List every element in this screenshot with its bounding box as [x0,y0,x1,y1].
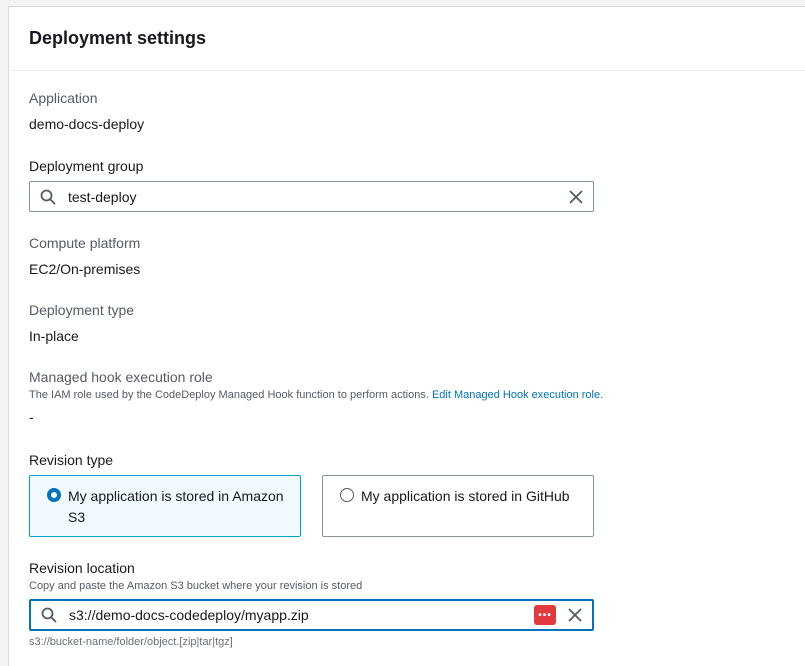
revision-location-value: s3://demo-docs-codedeploy/myapp.zip [69,607,309,623]
deployment-group-value: test-deploy [68,188,137,205]
search-icon [40,189,56,204]
managed-hook-description: The IAM role used by the CodeDeploy Mana… [29,388,603,402]
managed-hook-field: Managed hook execution role The IAM role… [29,368,603,426]
revision-option-s3-label: My application is stored in Amazon S3 [68,488,284,525]
radio-github[interactable] [340,488,354,502]
revision-location-description: Copy and paste the Amazon S3 bucket wher… [29,580,363,592]
revision-location-field: Revision location Copy and paste the Ama… [29,559,362,593]
deployment-group-label: Deployment group [29,158,144,174]
panel-header: Deployment settings [9,7,805,71]
deployment-type-label: Deployment type [29,302,135,318]
deployment-group-input[interactable]: test-deploy [29,181,594,212]
deployment-type-field: Deployment type In-place [29,301,134,345]
application-value: demo-docs-deploy [29,116,145,132]
deployment-settings-panel: Deployment settings Application demo-doc… [8,6,805,666]
application-label: Application [29,90,98,106]
compute-platform-field: Compute platform EC2/On-premises [29,234,140,278]
managed-hook-description-text: The IAM role used by the CodeDeploy Mana… [29,389,429,401]
revision-location-hint: s3://bucket-name/folder/object.[zip|tar|… [29,636,233,648]
search-icon [41,607,57,623]
revision-type-label: Revision type [29,452,114,468]
revision-option-github-label: My application is stored in GitHub [361,488,570,504]
application-field: Application demo-docs-deploy [29,89,144,133]
managed-hook-value: - [29,409,34,425]
compute-platform-label: Compute platform [29,235,141,251]
deployment-group-field: Deployment group [29,157,143,175]
revision-type-field: Revision type [29,451,113,469]
revision-option-github[interactable]: My application is stored in GitHub [322,475,594,537]
compute-platform-value: EC2/On-premises [29,261,141,277]
revision-location-input[interactable]: s3://demo-docs-codedeploy/myapp.zip ••• [29,599,594,631]
password-manager-icon[interactable]: ••• [534,605,556,625]
edit-managed-hook-link[interactable]: Edit Managed Hook execution role. [432,389,603,401]
panel-title: Deployment settings [29,28,207,48]
clear-icon[interactable] [569,190,583,204]
revision-option-s3[interactable]: My application is stored in Amazon S3 [29,475,301,537]
deployment-type-value: In-place [29,328,79,344]
revision-location-label: Revision location [29,560,135,576]
clear-icon[interactable] [568,608,582,622]
managed-hook-label: Managed hook execution role [29,369,213,385]
radio-s3[interactable] [47,488,61,502]
